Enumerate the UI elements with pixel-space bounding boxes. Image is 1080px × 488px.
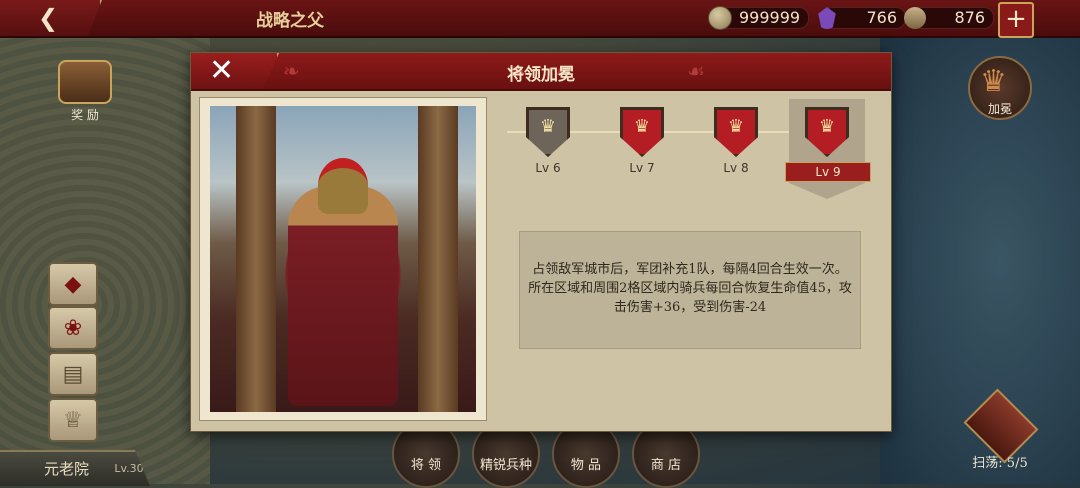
coronation-label: 加冕	[987, 102, 1012, 116]
crown-icon: ♛	[980, 64, 1007, 99]
level-node-6[interactable]: ♛ Lv 6	[523, 107, 573, 175]
coin-counter: 999999	[708, 6, 810, 30]
nav-label: 商 店	[650, 458, 682, 473]
selected-level-label: Lv 9	[815, 165, 841, 179]
money-bag-icon: ◆	[64, 271, 82, 297]
general-figure	[288, 186, 398, 406]
treasure-chest-icon	[58, 60, 112, 104]
back-button[interactable]: ❮	[0, 0, 102, 36]
level-label: Lv 7	[629, 161, 655, 175]
crown-shield-icon: ♛	[714, 107, 758, 157]
crate-counter: 876	[904, 6, 994, 30]
pillar	[236, 106, 276, 412]
coin-icon	[708, 6, 732, 30]
sweep-button[interactable]: 扫荡: 5/5	[960, 388, 1040, 472]
coronation-button[interactable]: ♛ 加冕	[968, 56, 1032, 120]
level-node-7[interactable]: ♛ Lv 7	[617, 107, 667, 175]
money-bag-button[interactable]: ◆	[48, 262, 98, 306]
helmet	[318, 158, 368, 214]
gem-counter: 766	[816, 6, 906, 30]
senate-name: 元老院	[44, 460, 90, 478]
selected-level-bar: Lv 9	[785, 162, 871, 182]
coronation-dialog: ✕ ❧ ❧ ☙ ☙ 将领加冕 Lv 9 ♛ Lv 6 ♛ Lv 7 ♛ Lv 8…	[190, 52, 892, 432]
reward-button[interactable]: 奖 励	[56, 60, 114, 122]
crate-icon	[904, 7, 926, 29]
ability-description: 占领敌军城市后，军团补充1队，每隔4回合生效一次。所在区域和周围2格区域内骑兵每…	[519, 231, 861, 349]
nav-label: 精锐兵种	[479, 458, 532, 473]
page-title: 战略之父	[256, 11, 324, 31]
general-portrait	[210, 106, 476, 412]
add-resource-button[interactable]: +	[998, 2, 1034, 38]
portrait-frame	[199, 97, 487, 421]
dialog-title: 将领加冕	[507, 65, 575, 85]
level-node-9[interactable]: ♛	[802, 107, 852, 157]
level-label: Lv 8	[723, 161, 749, 175]
laurel-button[interactable]: ❀	[48, 306, 98, 350]
pillar	[418, 106, 458, 412]
reward-label: 奖 励	[71, 108, 99, 122]
trophy-button[interactable]: ♕	[48, 398, 98, 442]
chest-icon: ▤	[62, 361, 84, 387]
trophy-icon: ♕	[63, 407, 83, 433]
dialog-header: ✕ ❧ ❧ ☙ ☙ 将领加冕	[191, 53, 891, 91]
back-arrow-icon: ❮	[38, 4, 59, 32]
top-bar: ❮ 战略之父 999999 766 876 +	[0, 0, 1080, 38]
nav-label: 将 领	[410, 458, 442, 473]
laurel-icon: ❀	[63, 315, 83, 341]
sweep-label: 扫荡: 5/5	[972, 456, 1028, 471]
chest-button[interactable]: ▤	[48, 352, 98, 396]
level-node-8[interactable]: ♛ Lv 8	[711, 107, 761, 175]
crown-shield-icon: ♛	[620, 107, 664, 157]
crown-shield-icon: ♛	[805, 107, 849, 157]
senate-panel[interactable]: 元老院 Lv.30	[0, 450, 150, 486]
crown-shield-icon: ♛	[526, 107, 570, 157]
level-label: Lv 6	[535, 161, 561, 175]
nav-label: 物 品	[570, 458, 602, 473]
